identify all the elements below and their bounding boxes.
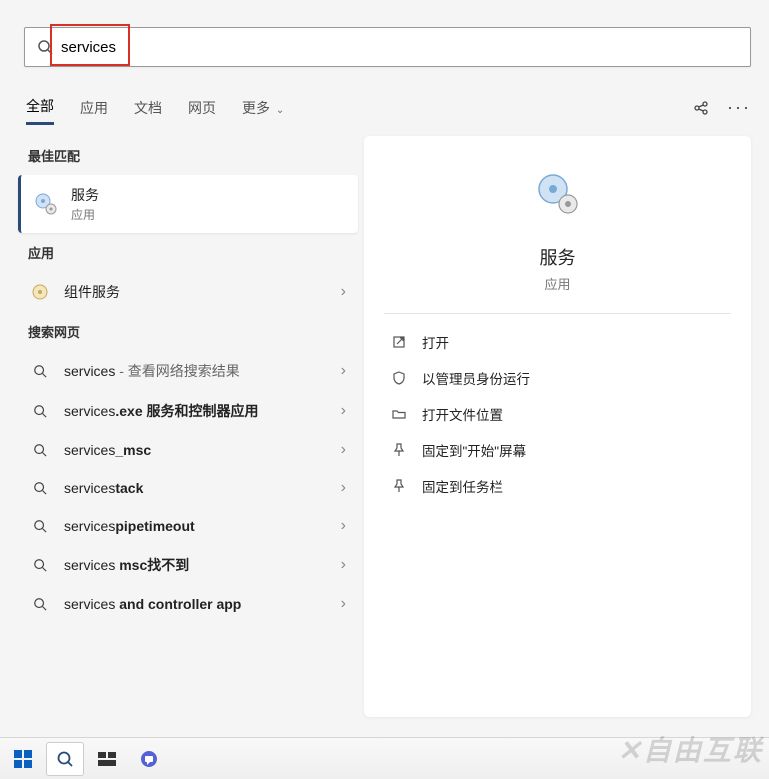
best-match-subtitle: 应用 bbox=[71, 206, 99, 223]
shield-icon bbox=[390, 371, 408, 385]
action-label: 打开 bbox=[422, 332, 449, 352]
filter-tabs: 全部 应用 文档 网页 更多 ⌄ ··· bbox=[26, 90, 749, 125]
start-button[interactable] bbox=[4, 742, 42, 776]
pin-taskbar-icon bbox=[390, 479, 408, 493]
web-row-text: services and controller app bbox=[64, 596, 341, 612]
web-row-text: services msc找不到 bbox=[64, 555, 341, 575]
web-row-1[interactable]: services.exe 服务和控制器应用 › bbox=[18, 391, 358, 431]
detail-title: 服务 bbox=[540, 244, 576, 270]
section-web: 搜索网页 bbox=[28, 322, 350, 341]
web-row-6[interactable]: services and controller app › bbox=[18, 585, 358, 623]
chevron-down-icon: ⌄ bbox=[276, 105, 284, 116]
gear-services-icon bbox=[534, 170, 582, 218]
web-row-text: servicespipetimeout bbox=[64, 518, 341, 534]
search-icon bbox=[30, 597, 50, 611]
web-row-5[interactable]: services msc找不到 › bbox=[18, 545, 358, 585]
web-row-text: services.exe 服务和控制器应用 bbox=[64, 401, 341, 421]
search-icon bbox=[30, 558, 50, 572]
action-pin-start[interactable]: 固定到"开始"屏幕 bbox=[384, 432, 731, 468]
divider bbox=[384, 313, 731, 314]
watermark: ✕自由互联 bbox=[618, 729, 763, 769]
best-match-title: 服务 bbox=[71, 185, 99, 205]
share-icon[interactable] bbox=[691, 98, 711, 118]
action-open[interactable]: 打开 bbox=[384, 324, 731, 360]
web-row-0[interactable]: services - 查看网络搜索结果 › bbox=[18, 351, 358, 391]
tab-more[interactable]: 更多 ⌄ bbox=[242, 92, 284, 124]
section-apps: 应用 bbox=[28, 243, 350, 262]
web-row-3[interactable]: servicestack › bbox=[18, 469, 358, 507]
tab-all[interactable]: 全部 bbox=[26, 90, 54, 125]
detail-subtitle: 应用 bbox=[544, 274, 570, 293]
action-label: 固定到任务栏 bbox=[422, 476, 503, 496]
tab-documents[interactable]: 文档 bbox=[134, 92, 162, 124]
chevron-right-icon: › bbox=[341, 362, 346, 380]
action-run-admin[interactable]: 以管理员身份运行 bbox=[384, 360, 731, 396]
web-row-text: servicestack bbox=[64, 480, 341, 496]
chevron-right-icon: › bbox=[341, 441, 346, 459]
search-icon bbox=[37, 39, 53, 55]
tab-web[interactable]: 网页 bbox=[188, 92, 216, 124]
chat-button[interactable] bbox=[130, 742, 168, 776]
search-input[interactable] bbox=[61, 39, 738, 56]
search-bar[interactable] bbox=[24, 27, 751, 67]
web-row-text: services_msc bbox=[64, 442, 341, 458]
web-row-2[interactable]: services_msc › bbox=[18, 431, 358, 469]
search-icon bbox=[30, 404, 50, 418]
task-view-button[interactable] bbox=[88, 742, 126, 776]
action-open-file-location[interactable]: 打开文件位置 bbox=[384, 396, 731, 432]
action-label: 以管理员身份运行 bbox=[422, 368, 530, 388]
tab-apps[interactable]: 应用 bbox=[80, 92, 108, 124]
chevron-right-icon: › bbox=[341, 283, 346, 301]
chevron-right-icon: › bbox=[341, 402, 346, 420]
pin-icon bbox=[390, 443, 408, 457]
gear-services-icon bbox=[33, 191, 59, 217]
component-services-icon bbox=[30, 282, 50, 302]
open-external-icon bbox=[390, 335, 408, 349]
chevron-right-icon: › bbox=[341, 517, 346, 535]
search-icon bbox=[30, 443, 50, 457]
web-row-4[interactable]: servicespipetimeout › bbox=[18, 507, 358, 545]
detail-pane: 服务 应用 打开 以管理员身份运行 打开文件位置 固定到"开始"屏幕 固定到任务… bbox=[364, 136, 751, 717]
results-column: 最佳匹配 服务 应用 应用 组件服务 › 搜索网页 services - 查看网… bbox=[18, 136, 358, 623]
app-row-label: 组件服务 bbox=[64, 282, 341, 302]
tab-more-label: 更多 bbox=[242, 100, 270, 116]
chevron-right-icon: › bbox=[341, 595, 346, 613]
search-icon bbox=[30, 519, 50, 533]
app-row-component-services[interactable]: 组件服务 › bbox=[18, 272, 358, 312]
action-label: 打开文件位置 bbox=[422, 404, 503, 424]
folder-icon bbox=[390, 407, 408, 421]
search-button[interactable] bbox=[46, 742, 84, 776]
more-icon[interactable]: ··· bbox=[729, 98, 749, 118]
search-icon bbox=[30, 481, 50, 495]
action-label: 固定到"开始"屏幕 bbox=[422, 440, 526, 460]
best-match-item[interactable]: 服务 应用 bbox=[18, 175, 358, 233]
chevron-right-icon: › bbox=[341, 479, 346, 497]
web-row-text: services - 查看网络搜索结果 bbox=[64, 361, 341, 381]
section-best-match: 最佳匹配 bbox=[28, 146, 350, 165]
action-pin-taskbar[interactable]: 固定到任务栏 bbox=[384, 468, 731, 504]
search-icon bbox=[30, 364, 50, 378]
chevron-right-icon: › bbox=[341, 556, 346, 574]
